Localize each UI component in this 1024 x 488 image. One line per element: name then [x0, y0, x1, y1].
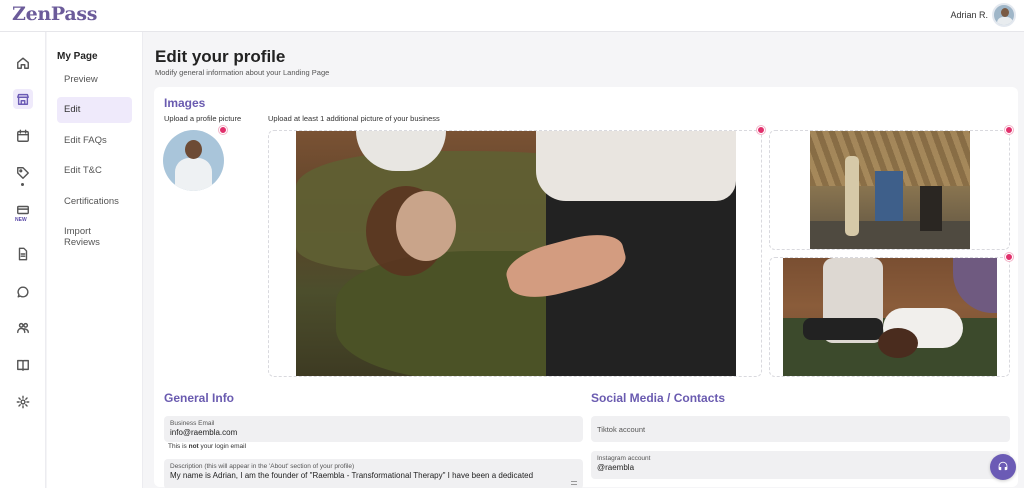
submenu-item-edit[interactable]: Edit	[57, 97, 132, 123]
submenu-title: My Page	[57, 51, 98, 62]
instagram-field[interactable]: Instagram account @raembla	[591, 451, 1010, 479]
tiktok-placeholder: Tiktok account	[597, 425, 646, 434]
page-subtitle: Modify general information about your La…	[155, 68, 330, 77]
images-section-title: Images	[164, 96, 206, 110]
tag-indicator-dot	[21, 183, 24, 186]
app-logo[interactable]: ZenPass	[12, 3, 97, 25]
social-section-title: Social Media / Contacts	[591, 391, 726, 405]
user-avatar[interactable]	[992, 3, 1016, 27]
profile-picture-hint: Upload a profile picture	[164, 114, 242, 123]
top-bar: ZenPass Adrian R.	[0, 0, 1024, 32]
calendar-icon[interactable]	[13, 126, 33, 146]
page-title: Edit your profile	[155, 47, 286, 66]
submenu-item-edit-tc[interactable]: Edit T&C	[57, 158, 132, 184]
user-name[interactable]: Adrian R.	[950, 10, 988, 20]
resize-handle-icon[interactable]	[571, 479, 577, 487]
tag-icon[interactable]	[13, 163, 33, 183]
business-email-value[interactable]: info@raembla.com	[170, 428, 577, 437]
icon-rail: NEW	[0, 32, 46, 488]
new-badge: NEW	[15, 217, 27, 223]
additional-pictures-hint: Upload at least 1 additional picture of …	[268, 114, 440, 123]
instagram-value[interactable]: @raembla	[597, 463, 1004, 472]
headset-icon	[998, 461, 1008, 471]
remove-main-image-button[interactable]	[757, 126, 765, 134]
secondary-business-photo-1	[810, 131, 970, 249]
secondary-business-photo-2	[783, 258, 997, 376]
description-value[interactable]: My name is Adrian, I am the founder of "…	[170, 471, 577, 480]
document-icon[interactable]	[13, 244, 33, 264]
description-textarea[interactable]: Description (this will appear in the 'Ab…	[164, 459, 583, 488]
profile-card: Images Upload a profile picture Upload a…	[154, 87, 1018, 488]
description-label: Description (this will appear in the 'Ab…	[170, 463, 355, 470]
main-business-photo	[296, 131, 736, 376]
book-icon[interactable]	[13, 355, 33, 375]
business-email-field[interactable]: Business Email info@raembla.com	[164, 416, 583, 442]
general-info-title: General Info	[164, 391, 235, 405]
submenu-item-import-reviews[interactable]: Import Reviews	[57, 219, 132, 248]
remove-secondary-image-2-button[interactable]	[1005, 253, 1013, 261]
profile-picture[interactable]	[163, 130, 224, 191]
home-icon[interactable]	[13, 53, 33, 73]
business-email-label: Business Email	[170, 420, 215, 427]
main-image-frame[interactable]	[268, 130, 762, 377]
business-email-help: This is not your login email	[168, 443, 247, 450]
support-chat-button[interactable]	[990, 454, 1016, 480]
store-icon[interactable]	[13, 89, 33, 109]
tiktok-field[interactable]: Tiktok account	[591, 416, 1010, 442]
settings-icon[interactable]	[13, 392, 33, 412]
secondary-image-frame-1[interactable]	[769, 130, 1010, 250]
submenu-item-preview[interactable]: Preview	[57, 67, 132, 93]
chat-bubble-icon[interactable]	[13, 282, 33, 302]
people-icon[interactable]	[13, 318, 33, 338]
submenu-item-certifications[interactable]: Certifications	[57, 189, 132, 215]
remove-profile-picture-button[interactable]	[219, 126, 227, 134]
instagram-label: Instagram account	[597, 455, 651, 462]
page-submenu: My Page Preview Edit Edit FAQs Edit T&C …	[47, 32, 143, 488]
secondary-image-frame-2[interactable]	[769, 257, 1010, 377]
remove-secondary-image-1-button[interactable]	[1005, 126, 1013, 134]
submenu-item-edit-faqs[interactable]: Edit FAQs	[57, 128, 132, 154]
